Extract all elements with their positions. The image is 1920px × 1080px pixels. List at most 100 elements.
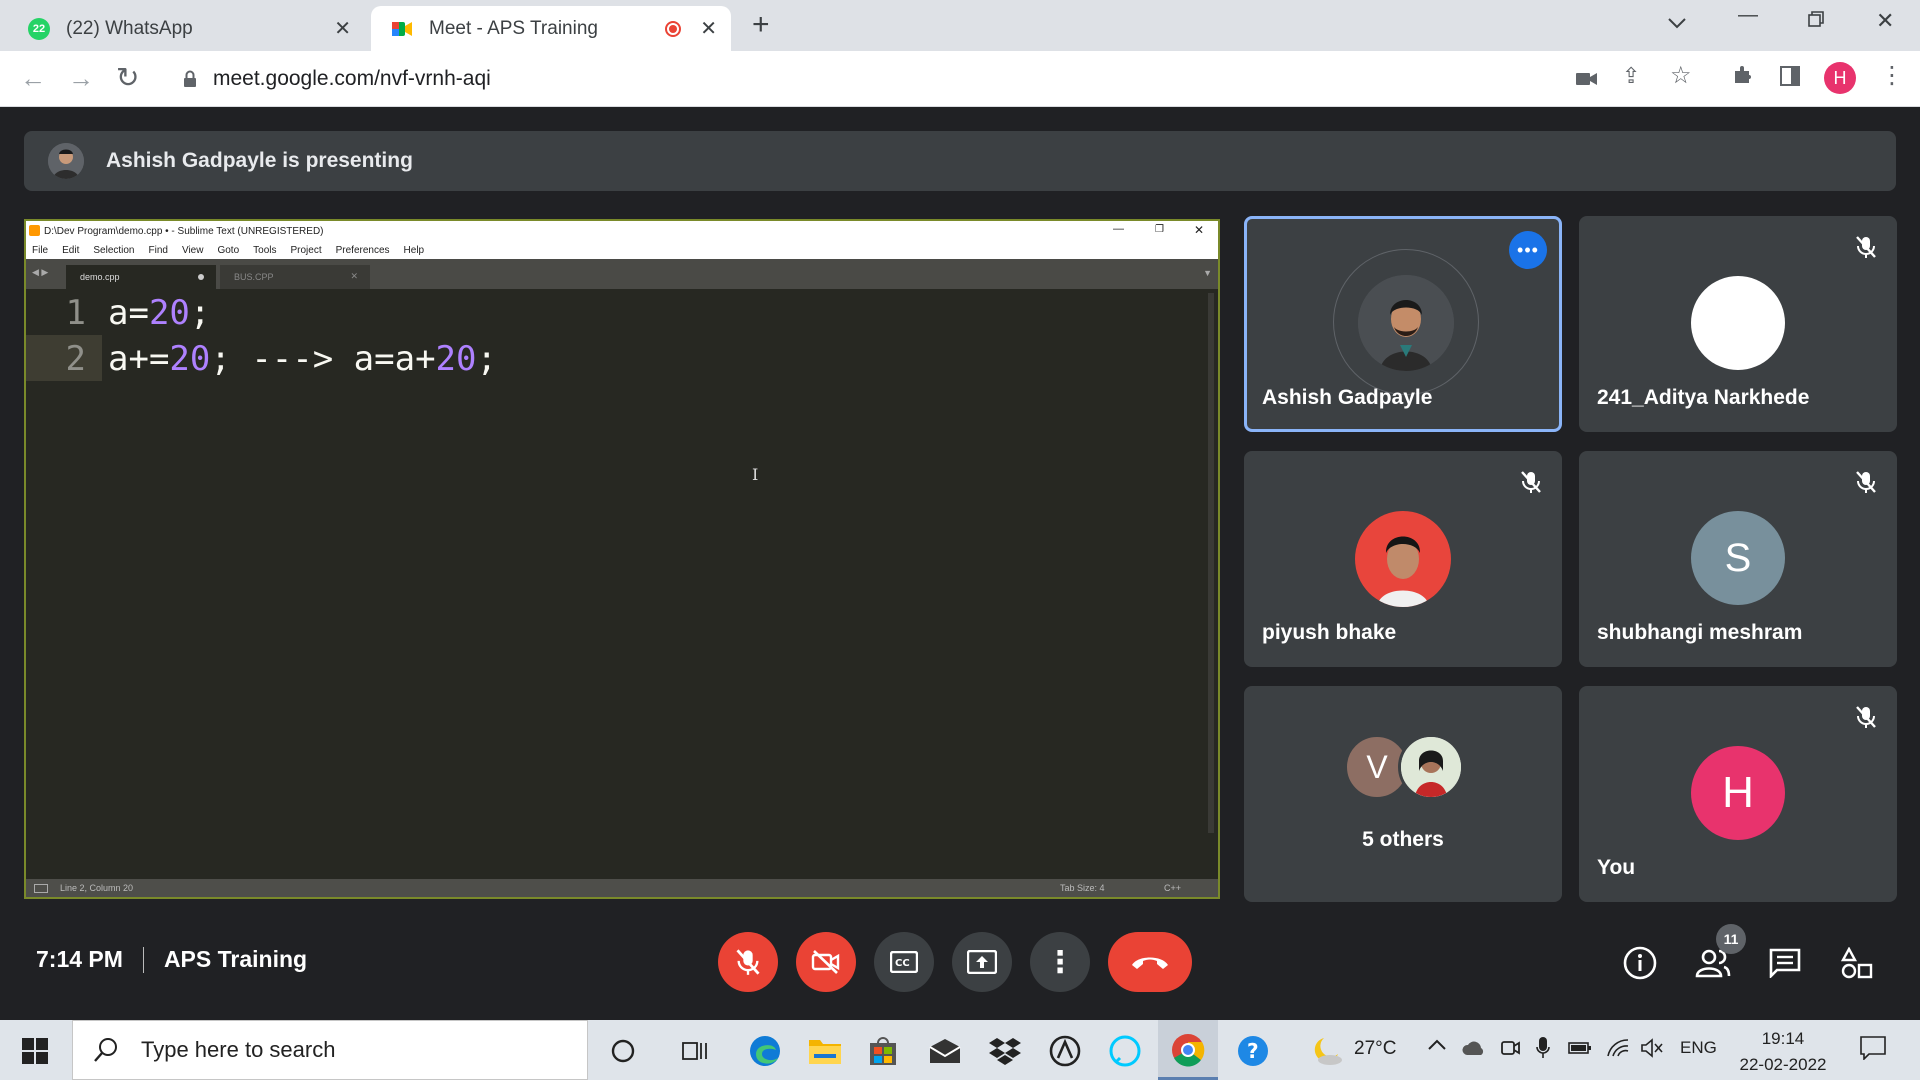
app-icon[interactable]	[1048, 1034, 1082, 1068]
back-icon[interactable]: ←	[20, 63, 46, 94]
presenter-avatar	[48, 143, 84, 179]
share-icon[interactable]: ⇪	[1622, 63, 1640, 89]
presenting-banner: Ashish Gadpayle is presenting	[24, 131, 1896, 191]
editor-statusbar: Line 2, Column 20 Tab Size: 4 C++	[26, 879, 1218, 897]
shared-screen: D:\Dev Program\demo.cpp • - Sublime Text…	[24, 219, 1220, 899]
editor-minimize-icon: —	[1113, 223, 1124, 235]
tab-whatsapp[interactable]: 22 (22) WhatsApp ✕	[8, 6, 365, 51]
sublime-logo-icon	[29, 225, 40, 236]
editor-menu-item: Preferences	[335, 244, 390, 256]
close-tab-icon[interactable]: ✕	[700, 16, 717, 41]
chrome-taskbar-button[interactable]	[1158, 1020, 1218, 1080]
participant-tile-aditya[interactable]: 241_Aditya Narkhede	[1579, 216, 1897, 432]
extensions-icon[interactable]	[1732, 64, 1754, 92]
code-token: ;	[189, 293, 211, 333]
mail-icon[interactable]	[928, 1034, 962, 1068]
more-options-button[interactable]: ⋮	[1030, 932, 1090, 992]
weather-temp[interactable]: 27°C	[1354, 1038, 1396, 1060]
language-indicator[interactable]: ENG	[1680, 1038, 1717, 1058]
meeting-name: APS Training	[163, 946, 308, 972]
side-panel-icon[interactable]	[1780, 66, 1800, 92]
status-position: Line 2, Column 20	[60, 883, 134, 893]
participant-tile-ashish[interactable]: ••• Ashish Gadpayle	[1244, 216, 1562, 432]
tab-label: Meet - APS Training	[429, 17, 598, 39]
muted-mic-icon	[1851, 702, 1881, 732]
restore-icon[interactable]	[1808, 10, 1824, 33]
clock[interactable]: 19:14 22-02-2022	[1728, 1026, 1838, 1078]
tab-meet[interactable]: Meet - APS Training ✕	[371, 6, 731, 51]
more-options-icon[interactable]: •••	[1509, 231, 1547, 269]
editor-tab-dropdown-icon: ▼	[1203, 268, 1212, 278]
participant-tile-shubhangi[interactable]: S shubhangi meshram	[1579, 451, 1897, 667]
editor-menu-item: Project	[290, 244, 322, 256]
piyush-avatar	[1355, 511, 1451, 607]
task-view-icon[interactable]	[678, 1034, 712, 1068]
lock-icon[interactable]	[183, 70, 197, 93]
microphone-tray-icon[interactable]	[1536, 1036, 1550, 1065]
leave-call-button[interactable]	[1108, 932, 1192, 992]
participant-tile-piyush[interactable]: piyush bhake	[1244, 451, 1562, 667]
search-icon	[94, 1038, 117, 1062]
camera-blocked-icon[interactable]	[1576, 67, 1598, 93]
new-tab-icon[interactable]: +	[752, 8, 770, 42]
people-button[interactable]: 11	[1694, 924, 1746, 982]
others-avatar-photo	[1398, 734, 1464, 800]
windows-start-icon[interactable]	[18, 1034, 52, 1068]
recording-icon	[665, 21, 681, 37]
editor-title: D:\Dev Program\demo.cpp • - Sublime Text…	[44, 225, 324, 237]
notifications-icon[interactable]	[1860, 1036, 1886, 1065]
participant-tile-others[interactable]: V 5 others	[1244, 686, 1562, 902]
tab-search-chevron-icon[interactable]	[1668, 12, 1686, 35]
code-token: a=	[108, 293, 149, 333]
activities-icon	[1841, 947, 1873, 979]
help-icon[interactable]: ?	[1236, 1034, 1270, 1068]
bookmark-star-icon[interactable]: ☆	[1670, 61, 1692, 90]
cortana-icon[interactable]	[606, 1034, 640, 1068]
weather-moon-icon[interactable]	[1310, 1034, 1344, 1068]
camera-toggle-button[interactable]	[796, 932, 856, 992]
volume-muted-icon[interactable]	[1640, 1038, 1664, 1063]
alexa-icon[interactable]	[1108, 1034, 1142, 1068]
status-tab-size: Tab Size: 4	[1060, 883, 1105, 893]
microphone-toggle-button[interactable]	[718, 932, 778, 992]
dropbox-icon[interactable]	[988, 1034, 1022, 1068]
profile-avatar[interactable]: H	[1824, 62, 1856, 94]
participant-name: Ashish Gadpayle	[1262, 386, 1433, 409]
participant-tile-you[interactable]: H You	[1579, 686, 1897, 902]
browser-toolbar: ← → ↻ meet.google.com/nvf-vrnh-aqi ⇪ ☆ H…	[0, 51, 1920, 107]
line-number: 2	[65, 339, 86, 379]
muted-mic-icon	[1516, 467, 1546, 497]
meet-now-icon[interactable]	[1500, 1038, 1520, 1065]
close-window-icon[interactable]: ✕	[1876, 8, 1894, 34]
code-token: a+=	[108, 339, 170, 379]
activities-button[interactable]	[1838, 944, 1876, 982]
meeting-time: 7:14 PM	[36, 946, 123, 972]
battery-icon[interactable]	[1568, 1040, 1592, 1060]
meeting-info-button[interactable]	[1621, 944, 1659, 982]
close-tab-icon[interactable]: ✕	[334, 16, 351, 41]
address-bar[interactable]: meet.google.com/nvf-vrnh-aqi	[165, 59, 1565, 99]
divider	[142, 946, 144, 973]
captions-icon: CC	[890, 951, 918, 973]
editor-close-icon: ✕	[1193, 223, 1204, 237]
microsoft-store-icon[interactable]	[866, 1034, 900, 1068]
onedrive-icon[interactable]	[1462, 1040, 1486, 1060]
minimize-icon[interactable]: —	[1738, 4, 1758, 27]
forward-icon[interactable]: →	[68, 63, 94, 94]
taskbar-search-box[interactable]: Type here to search	[72, 1020, 588, 1080]
reload-icon[interactable]: ↻	[116, 61, 139, 94]
edge-icon[interactable]	[748, 1034, 782, 1068]
present-screen-icon	[967, 950, 997, 974]
editor-menu-item: View	[181, 244, 204, 256]
url-text: meet.google.com/nvf-vrnh-aqi	[213, 67, 491, 90]
chat-button[interactable]	[1766, 944, 1804, 982]
present-now-button[interactable]	[952, 932, 1012, 992]
search-placeholder: Type here to search	[141, 1037, 336, 1062]
captions-button[interactable]: CC	[874, 932, 934, 992]
tray-overflow-chevron-icon[interactable]	[1428, 1036, 1446, 1056]
more-menu-icon[interactable]: ⋮	[1880, 61, 1904, 90]
file-explorer-icon[interactable]	[808, 1034, 842, 1068]
participants-count-badge: 11	[1716, 924, 1746, 954]
wifi-icon[interactable]	[1606, 1038, 1630, 1063]
code-token: ;	[476, 339, 497, 379]
